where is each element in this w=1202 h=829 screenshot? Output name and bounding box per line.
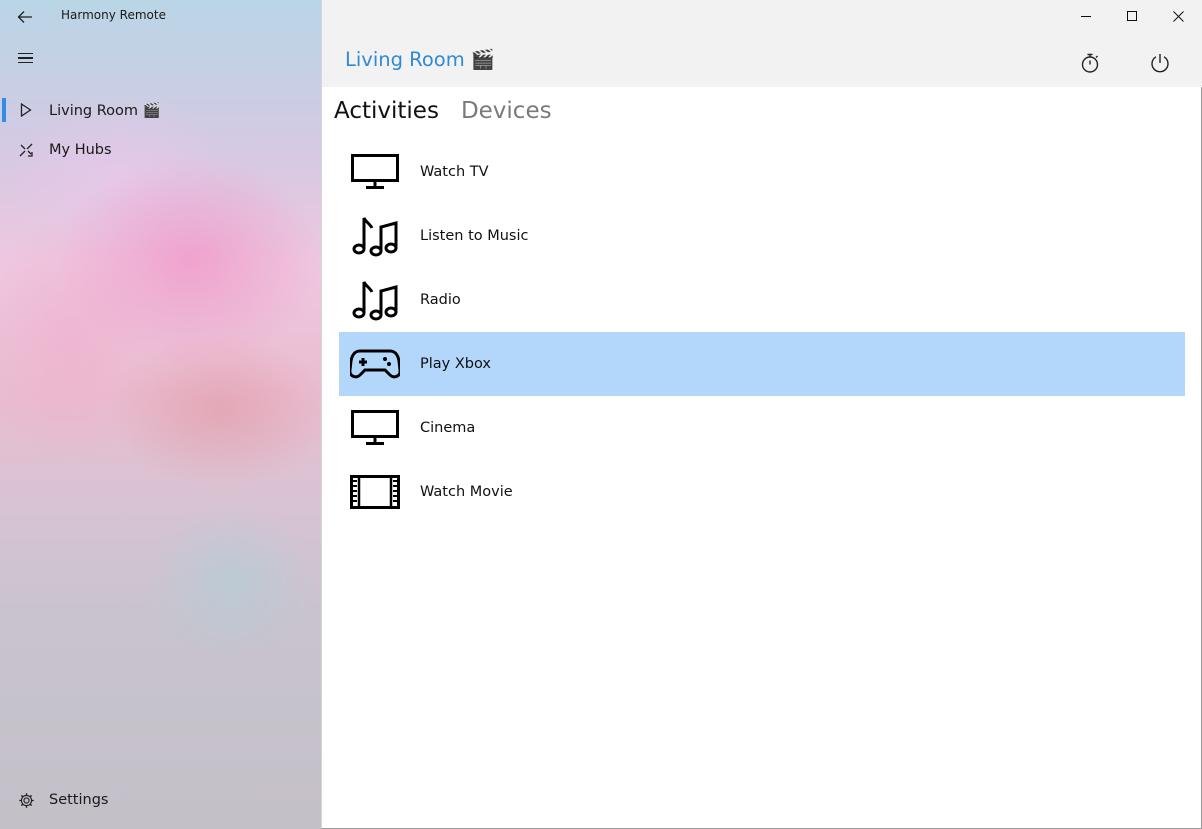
main-content: Living Room 🎬 Activities Devices Watch T…: [321, 0, 1202, 829]
close-icon: [1172, 10, 1184, 22]
gear-icon: [18, 792, 34, 808]
list-item-label: Cinema: [420, 420, 476, 436]
list-item-label: Listen to Music: [420, 228, 529, 244]
hubs-icon: [19, 143, 33, 157]
list-item-label: Radio: [420, 292, 461, 308]
list-item-label: Watch TV: [420, 164, 489, 180]
list-item-radio[interactable]: Radio: [339, 268, 1185, 332]
sidebar-item-label: My Hubs: [49, 142, 112, 158]
settings-label: Settings: [49, 792, 109, 808]
music-notes-icon: [352, 217, 398, 257]
stopwatch-icon: [1081, 53, 1099, 73]
back-arrow-icon: [17, 11, 32, 23]
list-item-label: Watch Movie: [420, 484, 513, 500]
sidebar-item-label: Living Room 🎬: [49, 102, 161, 119]
maximize-button[interactable]: [1109, 0, 1155, 32]
power-button[interactable]: [1145, 48, 1175, 78]
sidebar-item-living-room[interactable]: Living Room 🎬: [0, 90, 321, 130]
selection-indicator: [2, 98, 6, 122]
list-item-label: Play Xbox: [420, 356, 491, 372]
tab-devices[interactable]: Devices: [461, 98, 552, 124]
close-button[interactable]: [1155, 0, 1201, 32]
list-item-listen-to-music[interactable]: Listen to Music: [339, 204, 1185, 268]
back-button[interactable]: [12, 6, 38, 28]
settings-button[interactable]: Settings: [0, 783, 321, 817]
minimize-icon: [1081, 16, 1091, 17]
app-title: Harmony Remote: [61, 8, 166, 22]
sidebar-item-my-hubs[interactable]: My Hubs: [0, 130, 321, 170]
tab-activities[interactable]: Activities: [334, 98, 439, 124]
list-item-play-xbox[interactable]: Play Xbox: [339, 332, 1185, 396]
tv-icon: [351, 410, 399, 445]
film-strip-icon: [350, 475, 400, 509]
navigation-pane: Harmony Remote Living Room 🎬 My Hubs Set…: [0, 0, 321, 829]
minimize-button[interactable]: [1063, 0, 1109, 32]
play-outline-icon: [20, 103, 32, 117]
list-item-cinema[interactable]: Cinema: [339, 396, 1185, 460]
pivot-tabs: Activities Devices: [334, 98, 552, 124]
timer-button[interactable]: [1075, 48, 1105, 78]
hamburger-icon: [18, 52, 33, 55]
window-controls: [1063, 0, 1201, 32]
activities-list: Watch TV Listen to Music Radio Play Xbox…: [339, 140, 1185, 524]
gamepad-icon: [350, 349, 400, 379]
list-item-watch-tv[interactable]: Watch TV: [339, 140, 1185, 204]
list-item-watch-movie[interactable]: Watch Movie: [339, 460, 1185, 524]
power-icon: [1151, 54, 1169, 73]
music-notes-icon: [352, 281, 398, 321]
page-title: Living Room 🎬: [345, 48, 496, 71]
hamburger-menu-button[interactable]: [12, 46, 40, 70]
tv-icon: [351, 154, 399, 189]
maximize-icon: [1127, 11, 1137, 21]
